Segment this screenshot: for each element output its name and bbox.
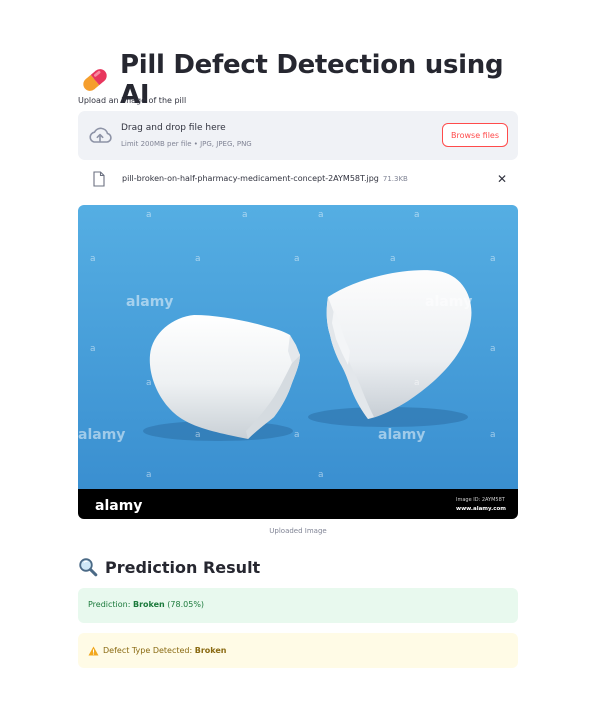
prediction-confidence: (78.05%) — [164, 600, 205, 609]
file-name: pill-broken-on-half-pharmacy-medicament-… — [122, 174, 379, 183]
watermark-letter: a — [90, 344, 96, 354]
watermark-letter: a — [490, 430, 496, 440]
result-heading-row: Prediction Result — [78, 557, 260, 577]
alamy-brand-text: alamy — [95, 498, 142, 514]
watermark-letter: a — [414, 210, 420, 220]
close-icon[interactable]: ✕ — [497, 172, 507, 186]
file-icon — [93, 171, 105, 187]
result-heading: Prediction Result — [105, 557, 261, 577]
defect-prefix: Defect Type Detected: — [103, 646, 195, 655]
file-size: 71.3KB — [382, 175, 408, 183]
alamy-site-text: www.alamy.com — [456, 506, 506, 512]
prediction-label: Broken — [132, 600, 165, 609]
cloud-upload-icon — [89, 127, 112, 143]
watermark-text: alamy — [126, 294, 173, 310]
file-name-line: pill-broken-on-half-pharmacy-medicament-… — [122, 174, 408, 183]
uploaded-image: a a a a a a a a a alamy alamy a a a a al… — [78, 205, 518, 519]
watermark-letter: a — [146, 378, 152, 388]
watermark-letter: a — [390, 254, 396, 264]
defect-text: Defect Type Detected: Broken — [103, 646, 227, 655]
warning-icon — [88, 646, 99, 655]
watermark-letter: a — [294, 254, 300, 264]
watermark-letter: a — [195, 254, 201, 264]
watermark-text: alamy — [378, 427, 425, 443]
file-dropzone[interactable]: Drag and drop file here Limit 200MB per … — [78, 111, 518, 160]
defect-label: Broken — [194, 646, 227, 655]
prediction-alert: Prediction: Broken (78.05%) — [78, 588, 518, 623]
dropzone-title: Drag and drop file here — [121, 123, 226, 133]
watermark-letter: a — [146, 210, 152, 220]
prediction-prefix: Prediction: — [88, 600, 133, 609]
watermark-letter: a — [90, 254, 96, 264]
watermark-letter: a — [195, 430, 201, 440]
uploader-label: Upload an image of the pill — [78, 96, 187, 105]
watermark-letter: a — [490, 344, 496, 354]
dropzone-limit-text: Limit 200MB per file • JPG, JPEG, PNG — [121, 140, 252, 148]
watermark-letter: a — [318, 470, 324, 480]
watermark-letter: a — [414, 378, 420, 388]
watermark-letter: a — [490, 254, 496, 264]
image-id-text: Image ID: 2AYM58T — [456, 497, 506, 503]
defect-warning-alert: Defect Type Detected: Broken — [78, 633, 518, 668]
watermark-letter: a — [242, 210, 248, 220]
watermark-text: alamy — [78, 427, 125, 443]
browse-files-button[interactable]: Browse files — [442, 123, 508, 147]
pill-icon — [83, 69, 107, 91]
watermark-letter: a — [294, 430, 300, 440]
watermark-text: alamy — [425, 294, 472, 310]
watermark-letter: a — [318, 210, 324, 220]
uploaded-file-row: pill-broken-on-half-pharmacy-medicament-… — [78, 168, 518, 192]
image-caption: Uploaded Image — [269, 527, 327, 535]
watermark-letter: a — [146, 470, 152, 480]
magnifier-icon — [79, 558, 98, 577]
